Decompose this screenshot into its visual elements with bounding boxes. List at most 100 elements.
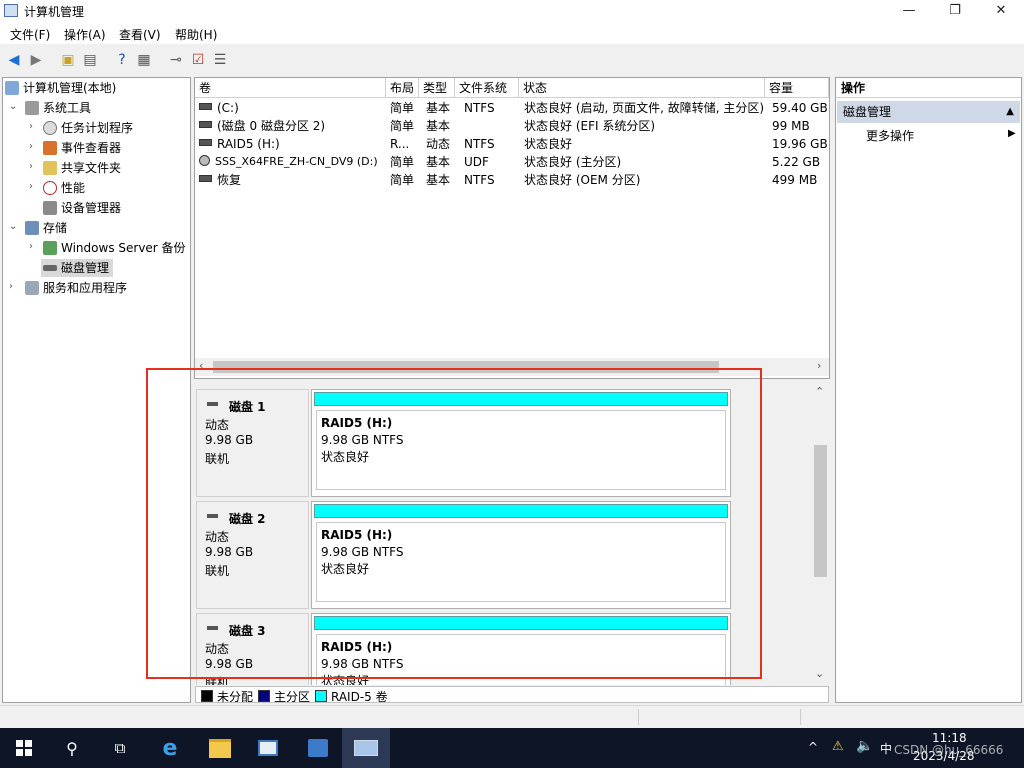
volume-icon: [199, 121, 212, 128]
chevron-down-icon[interactable]: ⌄: [9, 221, 17, 232]
performance-icon: [43, 181, 57, 195]
scroll-up-icon[interactable]: ⌃: [815, 385, 824, 398]
up-folder-icon[interactable]: ▣: [58, 50, 78, 70]
status-bar: [0, 705, 1024, 728]
tree-item-device-manager[interactable]: 设备管理器: [43, 199, 121, 217]
file-explorer-icon[interactable]: [196, 728, 244, 768]
menu-action[interactable]: 操作(A): [64, 26, 106, 43]
event-viewer-icon: [43, 141, 57, 155]
menu-file[interactable]: 文件(F): [10, 26, 50, 43]
start-button[interactable]: [0, 728, 48, 768]
ime-indicator[interactable]: 中: [880, 740, 892, 757]
tree-item-root[interactable]: 计算机管理(本地): [5, 79, 116, 97]
column-header-capacity[interactable]: 容量: [765, 78, 829, 98]
server-manager-icon[interactable]: [244, 728, 292, 768]
legend-swatch: [315, 690, 327, 702]
column-header-type[interactable]: 类型: [419, 78, 455, 98]
window-title: 计算机管理: [24, 5, 85, 19]
task-view-icon[interactable]: ⧉: [96, 728, 144, 768]
search-icon[interactable]: ⚲: [48, 728, 96, 768]
tools-icon: [25, 101, 39, 115]
more-actions[interactable]: 更多操作: [866, 127, 914, 144]
network-warning-icon[interactable]: ⚠: [832, 739, 844, 754]
properties-icon[interactable]: ▦: [134, 50, 154, 70]
watermark-text: CSDN @hu_66666: [894, 743, 1004, 757]
chevron-right-icon[interactable]: ›: [9, 281, 13, 292]
optical-drive-icon: [199, 155, 210, 166]
actions-pane: 操作 磁盘管理 ▲ 更多操作 ▶: [835, 77, 1022, 703]
collapse-icon: ▲: [1006, 106, 1014, 117]
internet-explorer-icon[interactable]: e: [146, 728, 194, 768]
legend-swatch: [258, 690, 270, 702]
checklist-icon[interactable]: ☑: [188, 50, 208, 70]
legend-item-primary: 主分区: [258, 688, 310, 705]
title-bar: 计算机管理 — ❐ ✕: [0, 0, 1024, 22]
column-header-status[interactable]: 状态: [519, 78, 765, 98]
chevron-down-icon[interactable]: ⌄: [9, 101, 17, 112]
speaker-muted-icon[interactable]: 🔈: [856, 738, 873, 754]
taskbar: ⚲ ⧉ e ^ ⚠ 🔈 中 11:18 2023/4/28 CSDN @hu_6…: [0, 728, 1024, 768]
chevron-right-icon[interactable]: ›: [29, 121, 33, 132]
scroll-right-icon[interactable]: ›: [817, 359, 821, 372]
computer-management-icon: [4, 4, 18, 17]
tree-item-performance[interactable]: 性能: [43, 179, 85, 197]
device-manager-icon: [43, 201, 57, 215]
backup-icon: [43, 241, 57, 255]
menu-view[interactable]: 查看(V): [119, 26, 161, 43]
disk-icon: [43, 265, 57, 271]
legend-item-raid5: RAID-5 卷: [315, 688, 388, 705]
actions-title: 操作: [836, 78, 1021, 98]
tree-item-windows-server-backup[interactable]: Windows Server 备份: [43, 239, 186, 257]
computer-icon: [5, 81, 19, 95]
shared-folder-icon: [43, 161, 57, 175]
tree-item-task-scheduler[interactable]: 任务计划程序: [43, 119, 133, 137]
tree-item-shared-folders[interactable]: 共享文件夹: [43, 159, 121, 177]
chevron-right-icon[interactable]: ›: [29, 181, 33, 192]
close-button[interactable]: ✕: [978, 0, 1024, 22]
legend: 未分配 主分区 RAID-5 卷: [195, 686, 829, 705]
status-divider: [638, 709, 639, 725]
scroll-down-icon[interactable]: ⌄: [815, 667, 824, 680]
network-app-icon[interactable]: [294, 728, 342, 768]
tree-item-disk-management[interactable]: 磁盘管理: [41, 259, 114, 277]
volume-icon: [199, 139, 212, 146]
chevron-right-icon[interactable]: ›: [29, 161, 33, 172]
windows-logo-icon: [16, 740, 32, 756]
back-arrow-icon[interactable]: ◀: [4, 50, 24, 70]
status-divider: [800, 709, 801, 725]
column-header-filesystem[interactable]: 文件系统: [455, 78, 519, 98]
volume-list: 卷 布局 类型 文件系统 状态 容量 (C:) 简单 基本 NTFS 状态良好 …: [194, 77, 830, 379]
column-header-volume[interactable]: 卷: [195, 78, 386, 98]
volume-icon: [199, 103, 212, 110]
maximize-button[interactable]: ❐: [932, 0, 978, 22]
menu-bar: 文件(F) 操作(A) 查看(V) 帮助(H): [0, 22, 1024, 44]
minimize-button[interactable]: —: [886, 0, 932, 22]
forward-arrow-icon[interactable]: ▶: [26, 50, 46, 70]
submenu-arrow-icon: ▶: [1008, 128, 1016, 139]
actions-section-disk-management[interactable]: 磁盘管理 ▲: [837, 101, 1020, 123]
tree-item-event-viewer[interactable]: 事件查看器: [43, 139, 121, 157]
column-header-layout[interactable]: 布局: [386, 78, 419, 98]
show-hidden-icons-icon[interactable]: ^: [808, 740, 818, 754]
tree-item-services[interactable]: 服务和应用程序: [25, 279, 127, 297]
services-icon: [25, 281, 39, 295]
storage-icon: [25, 221, 39, 235]
chevron-right-icon[interactable]: ›: [29, 241, 33, 252]
clock-icon: [43, 121, 57, 135]
toolbar: ◀ ▶ ▣ ▤ ? ▦ ⊸ ☑ ☰: [0, 46, 1024, 74]
tree-item-system-tools[interactable]: 系统工具: [25, 99, 91, 117]
vertical-scrollbar[interactable]: ⌃ ⌄: [812, 385, 828, 683]
list-view-icon[interactable]: ☰: [210, 50, 230, 70]
computer-management-taskbar-button[interactable]: [342, 728, 390, 768]
legend-item-unallocated: 未分配: [201, 688, 253, 705]
show-hide-tree-icon[interactable]: ▤: [80, 50, 100, 70]
chevron-right-icon[interactable]: ›: [29, 141, 33, 152]
vertical-scroll-thumb[interactable]: [814, 445, 827, 577]
volume-icon: [199, 175, 212, 182]
connect-icon[interactable]: ⊸: [166, 50, 186, 70]
highlight-rectangle: [146, 368, 762, 679]
legend-swatch: [201, 690, 213, 702]
tree-item-storage[interactable]: 存储: [25, 219, 67, 237]
menu-help[interactable]: 帮助(H): [175, 26, 217, 43]
help-icon[interactable]: ?: [112, 50, 132, 70]
